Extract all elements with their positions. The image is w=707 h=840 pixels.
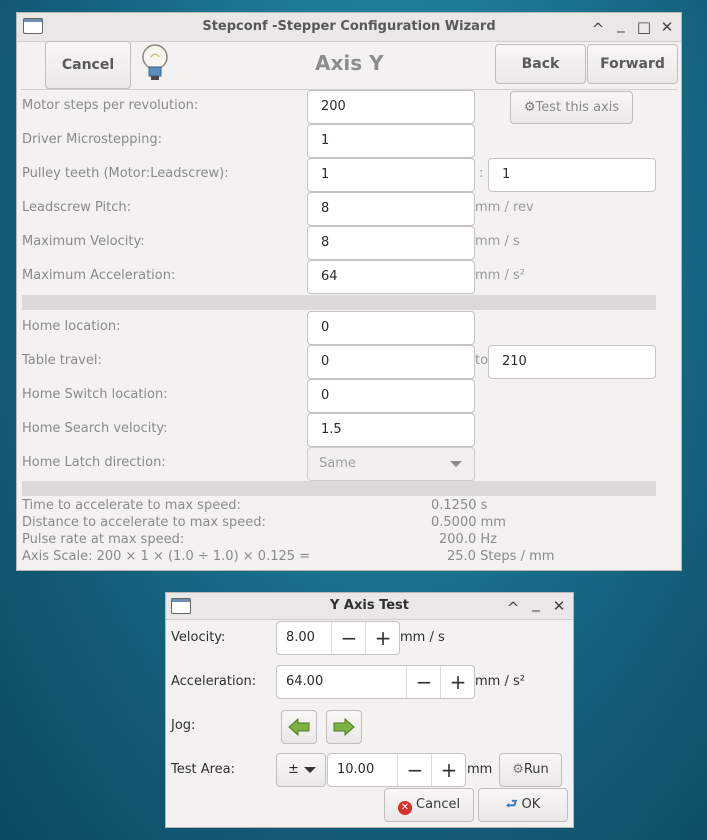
- back-button[interactable]: Back: [495, 44, 586, 84]
- velocity-spinbutton[interactable]: 8.00 − +: [276, 621, 400, 655]
- velocity-increment-button[interactable]: +: [365, 622, 400, 654]
- test-area-increment-button[interactable]: +: [431, 754, 466, 786]
- dialog-ok-label: OK: [521, 797, 541, 812]
- dialog-cancel-label: Cancel: [416, 797, 461, 812]
- test-area-decrement-button[interactable]: −: [397, 754, 432, 786]
- velocity-label: Velocity:: [171, 630, 226, 645]
- test-area-unit: mm: [467, 762, 493, 777]
- close-icon[interactable]: ✕: [659, 19, 675, 35]
- home-search-velocity-field[interactable]: 1.5: [307, 413, 475, 447]
- steps-label: Motor steps per revolution:: [22, 98, 199, 113]
- pitch-unit: mm / rev: [475, 200, 534, 215]
- area-mode-value: ±: [288, 762, 299, 777]
- acceleration-increment-button[interactable]: +: [440, 666, 475, 698]
- dialog-minimize-icon[interactable]: _: [528, 595, 544, 611]
- dropdown-arrow-icon: [450, 461, 462, 467]
- info-separator: [22, 481, 656, 496]
- switch-label: Home Switch location:: [22, 387, 168, 402]
- microstepping-field[interactable]: 1: [307, 124, 475, 158]
- run-label: Run: [523, 762, 549, 777]
- max-velocity-field[interactable]: 8: [307, 226, 475, 260]
- pulse-label: Pulse rate at max speed:: [22, 532, 185, 547]
- acceleration-label: Maximum Acceleration:: [22, 268, 176, 283]
- scale-label: Axis Scale: 200 × 1 × (1.0 ÷ 1.0) × 0.12…: [22, 549, 311, 564]
- dialog-ok-button[interactable]: ⮐ OK: [478, 788, 568, 822]
- acceleration-label: Acceleration:: [171, 674, 257, 689]
- acceleration-decrement-button[interactable]: −: [406, 666, 441, 698]
- pulley-label: Pulley teeth (Motor:Leadscrew):: [22, 166, 229, 181]
- acceleration-unit: mm / s²: [475, 674, 525, 689]
- dropdown-arrow-icon: [304, 767, 316, 773]
- velocity-decrement-button[interactable]: −: [331, 622, 366, 654]
- axis-test-dialog: Y Axis Test ^ _ ✕ Velocity: 8.00 − + mm …: [165, 592, 574, 828]
- gears-icon: ⚙: [523, 100, 536, 115]
- dialog-chevron-up-icon[interactable]: ^: [505, 600, 521, 616]
- test-axis-label: Test this axis: [535, 100, 620, 115]
- pitch-label: Leadscrew Pitch:: [22, 200, 132, 215]
- velocity-value: 8.00: [286, 630, 315, 645]
- velocity-unit: mm / s: [400, 630, 445, 645]
- jog-left-button[interactable]: [281, 710, 317, 744]
- test-area-label: Test Area:: [171, 762, 236, 777]
- dialog-cancel-button[interactable]: ✕ Cancel: [384, 788, 474, 822]
- leadscrew-pitch-field[interactable]: 8: [307, 192, 475, 226]
- search-label: Home Search velocity:: [22, 421, 168, 436]
- home-location-field[interactable]: 0: [307, 311, 475, 345]
- test-axis-button[interactable]: ⚙Test this axis: [510, 91, 633, 124]
- latch-value: Same: [319, 456, 356, 471]
- distance-label: Distance to accelerate to max speed:: [22, 515, 266, 530]
- home-switch-field[interactable]: 0: [307, 379, 475, 413]
- run-button[interactable]: ⚙Run: [499, 753, 562, 787]
- pulley-motor-field[interactable]: 1: [307, 158, 475, 192]
- scale-value: 25.0 Steps / mm: [447, 549, 555, 564]
- test-area-value: 10.00: [337, 762, 375, 777]
- time-value: 0.1250 s: [431, 498, 488, 513]
- table-travel-from-field[interactable]: 0: [307, 345, 475, 379]
- chevron-up-icon[interactable]: ^: [590, 21, 606, 37]
- gears-icon: ⚙: [512, 762, 524, 777]
- acceleration-value: 64.00: [286, 674, 324, 689]
- cancel-icon: ✕: [397, 801, 412, 815]
- table-travel-to-field[interactable]: 210: [488, 345, 656, 379]
- titlebar[interactable]: Stepconf -Stepper Configuration Wizard ^…: [17, 13, 681, 42]
- arrow-right-icon: [333, 717, 355, 737]
- acceleration-unit: mm / s²: [475, 268, 525, 283]
- lightbulb-icon: [139, 41, 171, 89]
- latch-label: Home Latch direction:: [22, 455, 166, 470]
- jog-label: Jog:: [171, 718, 196, 733]
- section-separator: [22, 295, 656, 310]
- minimize-icon[interactable]: _: [613, 16, 629, 32]
- velocity-label: Maximum Velocity:: [22, 234, 145, 249]
- steps-per-rev-field[interactable]: 200: [307, 90, 475, 124]
- max-acceleration-field[interactable]: 64: [307, 260, 475, 294]
- forward-button[interactable]: Forward: [587, 44, 678, 84]
- time-label: Time to accelerate to max speed:: [22, 498, 241, 513]
- travel-to-label: to: [475, 353, 489, 368]
- home-latch-dropdown[interactable]: Same: [307, 447, 475, 481]
- ok-arrow-icon: ⮐: [505, 797, 518, 812]
- velocity-unit: mm / s: [475, 234, 520, 249]
- page-title: Axis Y: [315, 51, 384, 75]
- dialog-close-icon[interactable]: ✕: [551, 598, 567, 614]
- home-label: Home location:: [22, 319, 121, 334]
- arrow-left-icon: [288, 717, 310, 737]
- distance-value: 0.5000 mm: [431, 515, 506, 530]
- pulley-colon: :: [479, 166, 484, 181]
- travel-label: Table travel:: [22, 353, 102, 368]
- micro-label: Driver Microstepping:: [22, 132, 162, 147]
- dialog-titlebar[interactable]: Y Axis Test ^ _ ✕: [166, 593, 573, 620]
- pulley-leadscrew-field[interactable]: 1: [488, 158, 656, 192]
- window-title: Stepconf -Stepper Configuration Wizard: [202, 19, 496, 34]
- pulse-value: 200.0 Hz: [439, 532, 497, 547]
- acceleration-spinbutton[interactable]: 64.00 − +: [276, 665, 475, 699]
- jog-right-button[interactable]: [326, 710, 362, 744]
- stepconf-window: Stepconf -Stepper Configuration Wizard ^…: [16, 12, 682, 571]
- area-mode-dropdown[interactable]: ±: [276, 753, 326, 787]
- cancel-button[interactable]: Cancel: [45, 41, 131, 89]
- maximize-icon[interactable]: □: [636, 19, 652, 35]
- test-area-spinbutton[interactable]: 10.00 − +: [327, 753, 466, 787]
